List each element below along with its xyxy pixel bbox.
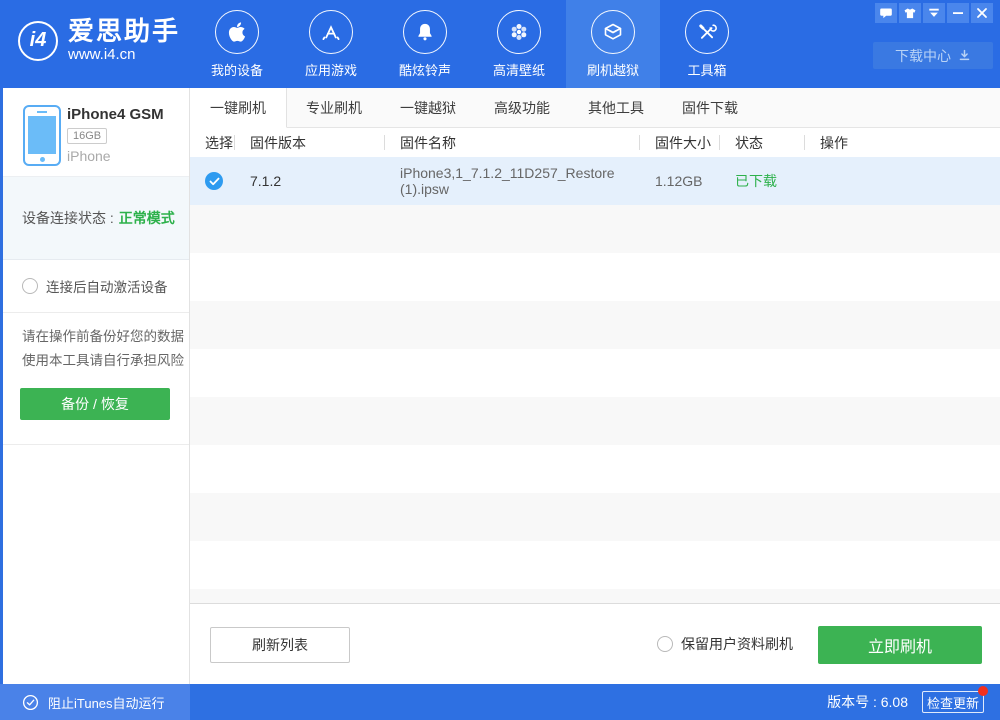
nav-item-apps-games[interactable]: 应用游戏 <box>284 0 378 88</box>
main-content: 一键刷机 专业刷机 一键越狱 高级功能 其他工具 固件下载 选择 固件版本 固件… <box>190 88 1000 684</box>
row-checkbox-checked[interactable] <box>205 172 223 190</box>
minimize-icon <box>952 7 964 19</box>
top-header: i4 爱思助手 www.i4.cn 我的设备 应用游戏 <box>0 0 1000 88</box>
main-nav: 我的设备 应用游戏 酷炫铃声 高清壁纸 <box>190 0 754 88</box>
tools-icon <box>696 21 718 43</box>
empty-table-rows <box>190 205 1000 603</box>
iphone-icon <box>23 105 61 166</box>
download-icon <box>958 49 971 62</box>
cell-firmware-version: 7.1.2 <box>235 157 385 205</box>
speech-bubble-icon <box>879 7 893 20</box>
open-box-icon <box>601 20 625 44</box>
window-controls <box>875 3 993 23</box>
auto-activate-radio[interactable] <box>22 278 38 294</box>
connection-status-value: 正常模式 <box>119 208 175 228</box>
skin-button[interactable] <box>899 3 921 23</box>
table-header: 选择 固件版本 固件名称 固件大小 状态 操作 <box>190 128 1000 157</box>
close-button[interactable] <box>971 3 993 23</box>
app-title: 爱思助手 <box>68 18 180 45</box>
tshirt-icon <box>903 7 917 20</box>
auto-activate-label: 连接后自动激活设备 <box>46 276 168 296</box>
keep-user-data-row: 保留用户资料刷机 <box>657 634 793 654</box>
logo-i4-icon: i4 <box>18 21 58 61</box>
status-bar: 阻止iTunes自动运行 版本号 : 6.08 检查更新 <box>0 684 1000 720</box>
download-center-button[interactable]: 下载中心 <box>873 42 993 69</box>
col-header-size: 固件大小 <box>640 128 720 157</box>
keep-user-data-label: 保留用户资料刷机 <box>681 634 793 654</box>
backup-restore-button[interactable]: 备份 / 恢复 <box>20 388 170 420</box>
cell-firmware-size: 1.12GB <box>640 157 720 205</box>
tab-pro-flash[interactable]: 专业刷机 <box>287 88 381 128</box>
nav-label: 酷炫铃声 <box>399 60 451 79</box>
flash-now-button[interactable]: 立即刷机 <box>818 626 982 664</box>
nav-label: 我的设备 <box>211 60 263 79</box>
col-header-version: 固件版本 <box>235 128 385 157</box>
collapse-down-icon <box>927 7 941 19</box>
block-itunes-label: 阻止iTunes自动运行 <box>48 693 165 712</box>
cell-firmware-filename: iPhone3,1_7.1.2_11D257_Restore (1).ipsw <box>385 157 640 205</box>
update-notification-dot <box>978 686 988 696</box>
app-window: i4 爱思助手 www.i4.cn 我的设备 应用游戏 <box>0 0 1000 720</box>
check-update-button[interactable]: 检查更新 <box>922 691 984 713</box>
nav-item-toolbox[interactable]: 工具箱 <box>660 0 754 88</box>
version-text: 版本号 : 6.08 <box>827 684 908 720</box>
tab-advanced[interactable]: 高级功能 <box>475 88 569 128</box>
backup-panel: 请在操作前备份好您的数据 使用本工具请自行承担风险 备份 / 恢复 <box>3 313 189 445</box>
device-name: iPhone4 GSM <box>67 106 164 123</box>
appstore-icon <box>319 20 343 44</box>
app-website: www.i4.cn <box>68 47 180 63</box>
nav-label: 高清壁纸 <box>493 60 545 79</box>
bottom-action-bar: 刷新列表 保留用户资料刷机 立即刷机 <box>190 603 1000 684</box>
apple-icon <box>226 21 248 43</box>
bell-icon <box>414 21 436 43</box>
nav-item-ringtones[interactable]: 酷炫铃声 <box>378 0 472 88</box>
warning-line-1: 请在操作前备份好您的数据 <box>22 325 189 349</box>
keep-user-data-radio[interactable] <box>657 636 673 652</box>
col-header-filename: 固件名称 <box>385 128 640 157</box>
nav-label: 工具箱 <box>687 60 726 79</box>
minimize-button[interactable] <box>947 3 969 23</box>
nav-item-wallpapers[interactable]: 高清壁纸 <box>472 0 566 88</box>
block-itunes-toggle[interactable]: 阻止iTunes自动运行 <box>0 684 190 720</box>
tab-other-tools[interactable]: 其他工具 <box>569 88 663 128</box>
col-header-status: 状态 <box>720 128 805 157</box>
connection-status-label: 设备连接状态 : <box>22 208 114 228</box>
device-info-panel: iPhone4 GSM 16GB iPhone <box>3 88 189 177</box>
nav-item-my-devices[interactable]: 我的设备 <box>190 0 284 88</box>
firmware-table-row[interactable]: 7.1.2 iPhone3,1_7.1.2_11D257_Restore (1)… <box>190 157 1000 205</box>
col-header-actions: 操作 <box>805 128 1000 157</box>
device-model: iPhone <box>67 148 164 164</box>
tab-one-key-jailbreak[interactable]: 一键越狱 <box>381 88 475 128</box>
collapse-button[interactable] <box>923 3 945 23</box>
tab-bar: 一键刷机 专业刷机 一键越狱 高级功能 其他工具 固件下载 <box>190 88 1000 128</box>
nav-item-flash-jailbreak[interactable]: 刷机越狱 <box>566 0 660 88</box>
refresh-list-button[interactable]: 刷新列表 <box>210 627 350 663</box>
cell-firmware-status: 已下载 <box>720 157 805 205</box>
sidebar: iPhone4 GSM 16GB iPhone 设备连接状态 : 正常模式 连接… <box>0 88 190 684</box>
nav-label: 应用游戏 <box>305 60 357 79</box>
nav-label: 刷机越狱 <box>587 60 639 79</box>
tab-firmware-download[interactable]: 固件下载 <box>663 88 757 128</box>
col-header-select: 选择 <box>190 128 235 157</box>
download-center-label: 下载中心 <box>895 46 951 66</box>
cell-firmware-actions <box>805 157 1000 205</box>
wallpaper-flower-icon <box>507 20 531 44</box>
feedback-button[interactable] <box>875 3 897 23</box>
tab-one-key-flash[interactable]: 一键刷机 <box>190 88 287 128</box>
check-circle-icon <box>22 694 39 711</box>
auto-activate-row: 连接后自动激活设备 <box>3 260 189 313</box>
close-icon <box>976 7 988 19</box>
connection-status-panel: 设备连接状态 : 正常模式 <box>3 177 189 260</box>
device-capacity-badge: 16GB <box>67 128 107 144</box>
app-logo: i4 爱思助手 www.i4.cn <box>18 18 180 63</box>
warning-line-2: 使用本工具请自行承担风险 <box>22 349 189 373</box>
